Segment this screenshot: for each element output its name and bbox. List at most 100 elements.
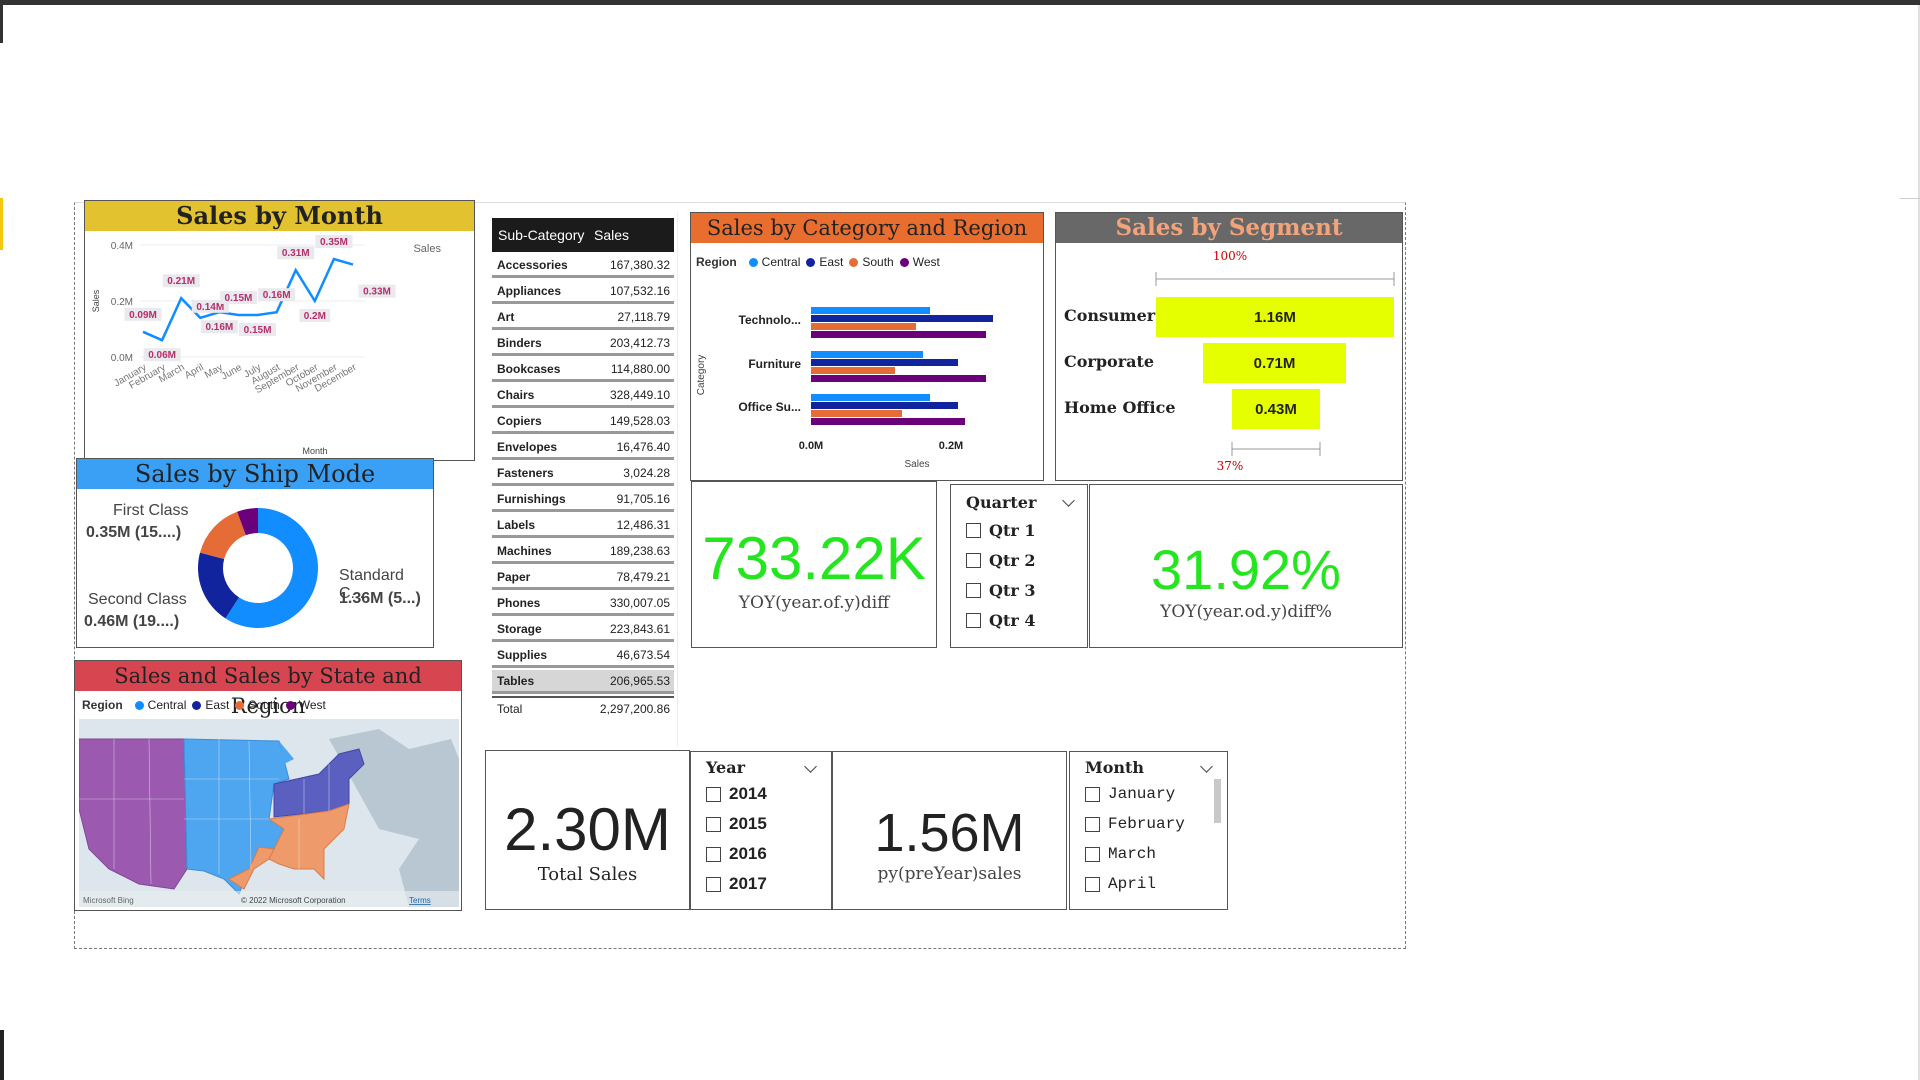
year-option[interactable]: 2014 [706,779,767,809]
category-bar[interactable] [811,394,930,401]
y-tick-label: 0.4M [111,241,133,252]
table-row[interactable]: Art 27,118.79 [492,306,674,330]
month-line-chart[interactable]: 0.0M 0.2M 0.4M Sales Month Sales 0.09M 0.06M 0.2… [85,231,474,460]
category-bar[interactable] [811,402,958,409]
segment-corporate-bar[interactable]: 0.71M [1203,343,1346,383]
sales-cell: 78,479.21 [616,569,670,584]
checkbox[interactable] [706,846,721,862]
category-bar[interactable] [811,367,895,374]
category-bar[interactable] [811,351,923,358]
table-row[interactable]: Bookcases 114,880.00 [492,358,674,382]
year-option[interactable]: 2015 [706,809,767,839]
quarter-option[interactable]: Qtr 1 [966,515,1035,545]
state-legend-central: Central [147,698,187,712]
total-sales-card[interactable]: 2.30M Total Sales [485,750,690,910]
table-row[interactable]: Accessories 167,380.32 [492,254,674,278]
month-slicer-scrollbar[interactable] [1214,779,1221,823]
segment-consumer-bar[interactable]: 1.16M [1156,297,1394,337]
west-dot-icon [285,700,295,710]
category-bar[interactable] [811,359,958,366]
chevron-down-icon[interactable] [1200,760,1213,773]
sales-by-ship-mode-visual[interactable]: Sales by Ship Mode First Class 0.35M (15… [76,458,434,648]
chevron-down-icon[interactable] [804,760,817,773]
checkbox[interactable] [1085,876,1100,892]
table-row[interactable]: Phones 330,007.05 [492,592,674,616]
category-bar[interactable] [811,315,993,322]
table-row[interactable]: Chairs 328,449.10 [492,384,674,408]
table-row[interactable]: Labels 12,486.31 [492,514,674,538]
table-row[interactable]: Furnishings 91,705.16 [492,488,674,512]
month-option[interactable]: January [1085,779,1185,809]
py-sales-card[interactable]: 1.56M py(preYear)sales [832,751,1067,910]
table-row[interactable]: Envelopes 16,476.40 [492,436,674,460]
window-left-edge [0,5,3,43]
header-sales[interactable]: Sales [588,227,629,243]
month-slicer[interactable]: Month January February March April [1069,751,1228,910]
sales-by-month-visual[interactable]: Sales by Month 0.0M 0.2M 0.4M Sales Month Sal… [84,200,475,461]
category-bar[interactable] [811,323,916,330]
table-row[interactable]: Copiers 149,528.03 [492,410,674,434]
table-row[interactable]: Tables 206,965.53 [492,670,674,694]
ship-mode-donut[interactable] [193,503,323,633]
subcategory-table[interactable]: Sub-Category Sales Accessories 167,380.32… [492,218,674,720]
segment-home-office-bar[interactable]: 0.43M [1232,389,1320,429]
year-option-label: 2017 [729,874,767,893]
table-row[interactable]: Supplies 46,673.54 [492,644,674,668]
x-axis-label: Sales [904,459,929,470]
checkbox[interactable] [1085,816,1100,832]
checkbox[interactable] [966,612,981,628]
checkbox[interactable] [1085,846,1100,862]
header-subcategory[interactable]: Sub-Category [492,227,588,243]
quarter-option[interactable]: Qtr 3 [966,575,1035,605]
subcategory-cell: Binders [497,335,542,350]
checkbox[interactable] [966,522,981,538]
year-option[interactable]: 2016 [706,839,767,869]
table-row[interactable]: Machines 189,238.63 [492,540,674,564]
category-region-visual[interactable]: Sales by Category and Region Region Cent… [690,212,1044,481]
donut-slice[interactable] [200,511,246,560]
checkbox[interactable] [966,552,981,568]
quarter-option[interactable]: Qtr 2 [966,545,1035,575]
checkbox[interactable] [1085,786,1100,802]
quarter-option[interactable]: Qtr 4 [966,605,1035,635]
quarter-slicer[interactable]: Quarter Qtr 1 Qtr 2 Qtr 3 Qtr 4 [950,484,1088,648]
yoy-diff-card[interactable]: 733.22K YOY(year.of.y)diff [691,481,937,648]
window-top-bar [0,0,1920,5]
category-bar[interactable] [811,331,986,338]
state-region-map-visual[interactable]: Sales and Sales by State and Region Regi… [74,660,462,911]
yoy-pct-card[interactable]: 31.92% YOY(year.od.y)diff% [1089,484,1403,648]
segment-visual[interactable]: Sales by Segment 100% Consumer 1.16M Cor… [1055,212,1403,481]
checkbox[interactable] [966,582,981,598]
checkbox[interactable] [706,816,721,832]
subcategory-cell: Storage [497,621,542,636]
table-row[interactable]: Paper 78,479.21 [492,566,674,590]
segment-title: Sales by Segment [1056,213,1402,243]
category-bar-chart[interactable]: Technolo... Furniture Office Su... 0.0M 0.2M… [691,271,1043,481]
category-legend-title: Region [696,255,737,269]
sales-cell: 114,880.00 [610,361,670,376]
year-option[interactable]: 2017 [706,869,767,899]
month-option[interactable]: February [1085,809,1185,839]
us-map[interactable]: Microsoft Bing © 2022 Microsoft Corporat… [79,719,459,907]
month-option-label: January [1108,785,1176,803]
map-terms-link[interactable]: Terms [409,896,431,905]
quarter-option-label: Qtr 3 [989,580,1036,600]
table-header[interactable]: Sub-Category Sales [492,218,674,252]
table-row[interactable]: Binders 203,412.73 [492,332,674,356]
category-bar[interactable] [811,375,986,382]
month-option[interactable]: March [1085,839,1185,869]
month-option[interactable]: April [1085,869,1185,899]
chevron-down-icon[interactable] [1062,494,1075,507]
category-bar[interactable] [811,410,902,417]
table-row[interactable]: Storage 223,843.61 [492,618,674,642]
year-slicer[interactable]: Year 2014 2015 2016 2017 [690,751,832,910]
category-bar[interactable] [811,307,930,314]
table-row[interactable]: Appliances 107,532.16 [492,280,674,304]
first-class-name: First Class [113,502,189,519]
data-label: 0.2M [304,311,326,322]
checkbox[interactable] [706,786,721,802]
checkbox[interactable] [706,876,721,892]
category-bar[interactable] [811,418,965,425]
table-row[interactable]: Fasteners 3,024.28 [492,462,674,486]
sales-cell: 167,380.32 [609,257,670,272]
